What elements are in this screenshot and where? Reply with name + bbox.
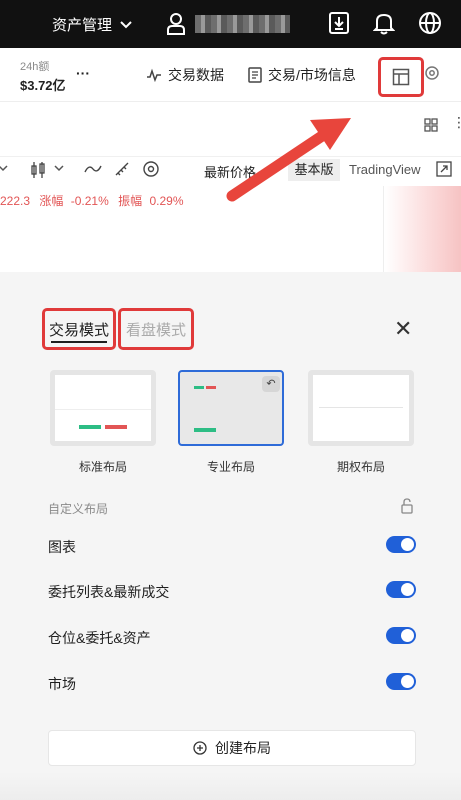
amplitude-label: 振幅 xyxy=(118,194,143,208)
tab-trade-mode[interactable]: 交易模式 xyxy=(42,308,116,350)
latest-price-selector[interactable]: 最新价格 xyxy=(204,162,256,181)
tab-view-mode[interactable]: 看盘模式 xyxy=(118,308,194,350)
change-value: -0.21% xyxy=(70,194,109,208)
more-button[interactable]: ··· xyxy=(76,65,90,81)
chart-toolbar: 最新价格 基本版 TradingView xyxy=(0,156,461,184)
buy-bar xyxy=(194,428,216,432)
download-icon[interactable] xyxy=(328,11,350,35)
layout-card-pro[interactable]: ↶ xyxy=(178,370,284,446)
bell-icon[interactable] xyxy=(373,11,395,35)
chevron-down-icon[interactable] xyxy=(54,165,64,172)
buy-bar xyxy=(194,386,204,389)
toggle-positions[interactable] xyxy=(386,627,416,644)
market-info-link[interactable]: 交易/市场信息 xyxy=(248,65,356,85)
trade-data-label: 交易数据 xyxy=(168,67,224,83)
layout-label-pro: 专业布局 xyxy=(206,460,255,474)
layout-settings-panel: 交易模式 看盘模式 ✕ 标准布局 ↶ 专业布局 期权布局 自定义布局 图表 委托… xyxy=(0,272,461,800)
toggle-knob xyxy=(401,538,414,551)
volume-value: $3.72亿 xyxy=(20,78,66,93)
chart-divider xyxy=(383,186,384,272)
volume-label: 24h额 xyxy=(20,61,50,73)
layout-card-options[interactable] xyxy=(308,370,414,446)
user-icon[interactable] xyxy=(166,12,186,36)
price-value: 222.3 xyxy=(0,194,31,208)
buy-bar xyxy=(79,425,101,429)
basic-version-button[interactable]: 基本版 xyxy=(288,159,340,181)
sell-bar xyxy=(206,386,216,389)
trade-data-link[interactable]: 交易数据 xyxy=(146,65,224,85)
vertical-more-icon[interactable]: ⋮ xyxy=(452,114,461,131)
close-icon[interactable]: ✕ xyxy=(394,316,412,342)
tab-view-mode-label: 看盘模式 xyxy=(125,321,186,339)
asset-management-menu[interactable]: 资产管理 xyxy=(52,14,132,35)
change-label: 涨幅 xyxy=(39,194,64,208)
globe-icon[interactable] xyxy=(418,11,442,35)
orderbook-shading xyxy=(385,186,461,272)
plus-circle-icon xyxy=(193,741,207,755)
unlock-icon[interactable] xyxy=(400,498,414,514)
toggle-label-market: 市场 xyxy=(48,676,76,692)
custom-layout-label: 自定义布局 xyxy=(48,502,109,516)
document-icon xyxy=(248,67,262,83)
toggle-label-orders-trades: 委托列表&最新成交 xyxy=(48,584,170,600)
card-divider xyxy=(55,409,151,410)
chevron-down-icon xyxy=(120,20,132,28)
sell-bar xyxy=(105,425,127,429)
bottom-fade xyxy=(0,772,461,800)
grid-icon[interactable] xyxy=(424,118,438,132)
layout-label-options: 期权布局 xyxy=(336,460,385,474)
chevron-down-icon[interactable] xyxy=(0,165,8,172)
top-nav-bar: 资产管理 xyxy=(0,0,461,48)
reset-icon[interactable]: ↶ xyxy=(262,376,280,392)
toggle-knob xyxy=(401,583,414,596)
tradingview-button[interactable]: TradingView xyxy=(349,162,421,177)
create-layout-button[interactable]: 创建布局 xyxy=(48,730,416,766)
layout-icon xyxy=(392,68,410,86)
layout-card-standard[interactable] xyxy=(50,370,156,446)
settings-icon[interactable] xyxy=(142,160,160,178)
ruler-icon[interactable] xyxy=(113,160,131,178)
toggle-chart[interactable] xyxy=(386,536,416,553)
tab-trade-mode-label: 交易模式 xyxy=(48,321,109,339)
chart-area: ⋮ 最新价格 基本版 TradingView 222.3 涨幅 -0.21% 振… xyxy=(0,102,461,272)
market-info-label: 交易/市场信息 xyxy=(268,67,356,83)
active-tab-indicator xyxy=(51,341,107,343)
toggle-label-positions: 仓位&委托&资产 xyxy=(48,630,151,646)
chevron-down-icon[interactable] xyxy=(264,167,274,174)
pulse-icon xyxy=(147,68,161,82)
settings-icon[interactable] xyxy=(424,65,440,81)
fullscreen-icon[interactable] xyxy=(436,161,452,177)
candlestick-icon[interactable] xyxy=(30,161,46,179)
create-layout-label: 创建布局 xyxy=(215,740,271,756)
price-stats-row: 222.3 涨幅 -0.21% 振幅 0.29% xyxy=(0,192,184,209)
toggle-label-chart: 图表 xyxy=(48,539,76,555)
asset-management-label: 资产管理 xyxy=(52,17,113,34)
line-tool-icon[interactable] xyxy=(84,162,102,176)
amplitude-value: 0.29% xyxy=(149,194,184,208)
toggle-knob xyxy=(401,675,414,688)
toggle-market[interactable] xyxy=(386,673,416,690)
toggle-orders-trades[interactable] xyxy=(386,581,416,598)
masked-username xyxy=(195,15,290,33)
card-divider xyxy=(319,407,403,408)
layout-label-standard: 标准布局 xyxy=(78,460,127,474)
layout-settings-button[interactable] xyxy=(378,57,424,97)
toggle-knob xyxy=(401,629,414,642)
